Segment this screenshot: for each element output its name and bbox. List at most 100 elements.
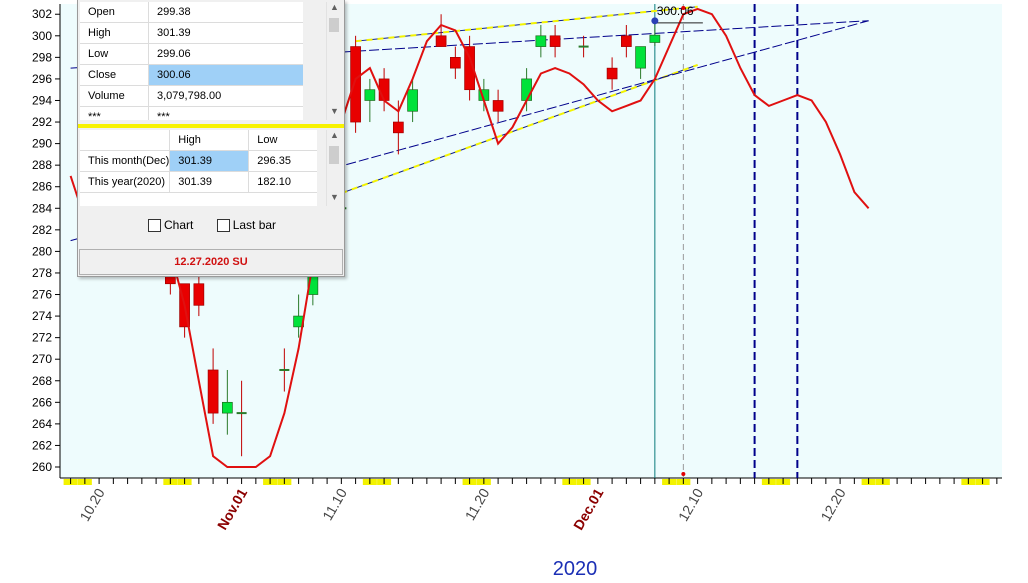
y-tick-label: 272 [32, 331, 52, 345]
range-row-low: 296.35 [248, 150, 317, 172]
y-tick-label: 280 [32, 244, 52, 258]
y-tick-label: 292 [32, 115, 52, 129]
y-tick-label: 288 [32, 158, 52, 172]
chart-checkbox[interactable] [148, 218, 161, 232]
panel-splitter[interactable] [78, 124, 344, 128]
candle-down [393, 121, 404, 134]
candle-down [350, 46, 361, 123]
quote-row-label: *** [80, 106, 149, 120]
quote-row-value: *** [148, 106, 303, 120]
quote-row[interactable]: Low 299.06 [80, 43, 303, 65]
quote-info-panel[interactable]: Open 299.38 High 301.39 Low 299.06 Close 300.06… [77, 0, 345, 277]
quote-row[interactable]: Open 299.38 [80, 2, 303, 23]
y-tick-label: 284 [32, 201, 52, 215]
range-header-low: Low [248, 130, 317, 151]
chart-checkbox-item[interactable]: Chart [148, 218, 193, 232]
y-tick-label: 300 [32, 29, 52, 43]
range-row-label: This year(2020) [80, 171, 171, 193]
range-row-low: 182.10 [248, 171, 317, 193]
candle-down [606, 67, 618, 80]
quote-table: Open 299.38 High 301.39 Low 299.06 Close 300.06… [80, 2, 303, 120]
lastbar-checkbox-label: Last bar [232, 217, 277, 232]
panel-options: Chart Last bar [148, 217, 296, 232]
y-tick-label: 294 [32, 93, 52, 107]
range-table-scrollbar[interactable]: ▲ ▼ [326, 130, 342, 206]
x-tick-label: Dec.01 [570, 485, 607, 532]
forecast-bottom-dot [681, 472, 686, 476]
candle-down [549, 35, 561, 47]
range-row[interactable]: This month(Dec) 301.39 296.35 [80, 150, 317, 172]
scroll-down-arrow-icon[interactable]: ▼ [327, 106, 342, 116]
candle-up [635, 46, 646, 69]
range-scroll-up-arrow-icon[interactable]: ▲ [327, 130, 342, 140]
candle-down [435, 35, 447, 47]
range-header-high: High [169, 130, 250, 151]
range-row-high: 301.39 [169, 171, 250, 193]
y-tick-label: 266 [32, 395, 52, 409]
y-tick-label: 260 [32, 460, 52, 474]
quote-row-label: Open [80, 2, 149, 23]
x-tick-label: Nov.01 [214, 485, 250, 532]
y-tick-label: 274 [32, 309, 52, 323]
candle-down [378, 78, 390, 101]
current-price-label: 300.06 [657, 4, 694, 18]
current-price-marker [651, 17, 659, 25]
quote-row[interactable]: High 301.39 [80, 22, 303, 44]
y-tick-label: 276 [32, 288, 52, 302]
x-tick-label: 12.10 [675, 485, 706, 524]
range-row-high: 301.39 [169, 150, 250, 172]
quote-row[interactable]: *** *** [80, 106, 303, 120]
range-table: High Low This month(Dec) 301.39 296.35 This… [80, 130, 317, 206]
candle-down [620, 35, 632, 47]
quote-row-value: 3,079,798.00 [148, 85, 303, 107]
x-tick-label: 11.20 [462, 485, 493, 523]
scroll-thumb[interactable] [329, 18, 339, 32]
range-row[interactable]: This year(2020) 301.39 182.10 [80, 171, 317, 193]
lastbar-checkbox-item[interactable]: Last bar [216, 217, 277, 232]
candle-down [207, 369, 219, 414]
y-tick-label: 298 [32, 50, 52, 64]
y-tick-label: 278 [32, 266, 52, 280]
quote-row[interactable]: Volume 3,079,798.00 [80, 85, 303, 107]
y-tick-label: 262 [32, 438, 52, 452]
date-display: 12.27.2020 SU [79, 249, 343, 275]
quote-row[interactable]: Close 300.06 [80, 64, 303, 86]
range-header-row: High Low [80, 130, 317, 151]
chart-checkbox-label: Chart [164, 217, 194, 232]
x-tick-label: 11.10 [319, 485, 350, 523]
y-tick-label: 302 [32, 7, 52, 21]
candle-down [193, 283, 205, 306]
x-tick-label: 10.20 [76, 485, 107, 524]
candle-up [521, 78, 532, 101]
quote-row-value: 299.38 [148, 2, 303, 23]
candle-up [222, 401, 233, 414]
quote-row-label: Low [80, 43, 149, 65]
candle-up [535, 35, 547, 47]
forecast-top-dot [681, 6, 686, 10]
quote-row-value: 300.06 [148, 64, 303, 86]
candle-down [450, 57, 461, 69]
candle-up [649, 34, 661, 43]
y-tick-label: 264 [32, 417, 52, 431]
range-row-label: This month(Dec) [80, 150, 171, 172]
y-tick-label: 296 [32, 72, 52, 86]
quote-row-label: Volume [80, 85, 149, 107]
range-scroll-thumb[interactable] [329, 146, 339, 164]
y-tick-label: 270 [32, 352, 52, 366]
scroll-up-arrow-icon[interactable]: ▲ [327, 2, 342, 12]
x-tick-label: 12.20 [817, 485, 848, 524]
quote-row-label: High [80, 22, 149, 44]
candle-down [492, 100, 504, 112]
candle-up [364, 89, 376, 101]
lastbar-checkbox[interactable] [216, 218, 230, 232]
y-tick-label: 286 [32, 180, 52, 194]
y-tick-label: 268 [32, 374, 52, 388]
range-header-blank [80, 130, 171, 151]
y-tick-label: 290 [32, 137, 52, 151]
quote-row-label: Close [80, 64, 149, 86]
quote-row-value: 301.39 [148, 22, 303, 44]
quote-table-scrollbar[interactable]: ▲ ▼ [326, 2, 342, 120]
quote-row-value: 299.06 [148, 43, 303, 65]
year-label: 2020 [552, 558, 598, 580]
range-scroll-down-arrow-icon[interactable]: ▼ [327, 192, 342, 202]
